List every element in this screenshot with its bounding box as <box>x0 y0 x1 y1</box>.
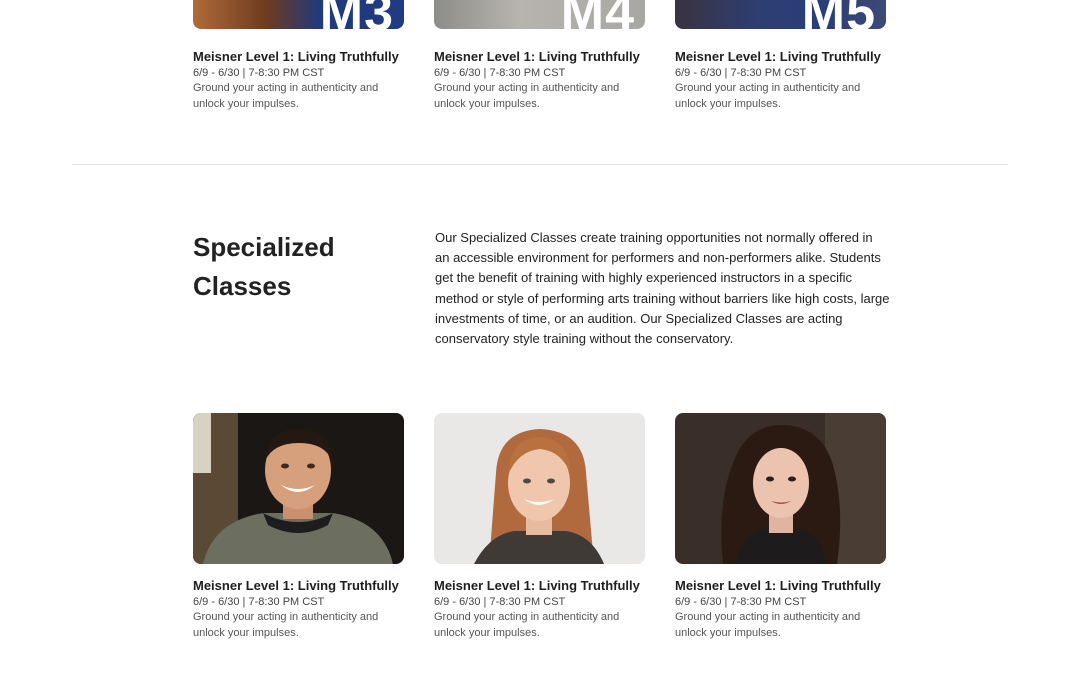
class-thumbnail[interactable]: M5 <box>675 0 886 29</box>
class-description: Ground your acting in authenticity and u… <box>434 611 620 639</box>
class-dates: 6/9 - 6/30 | 7-8:30 PM CST <box>434 67 566 79</box>
class-thumbnail[interactable]: M3 <box>193 0 404 29</box>
class-card[interactable]: Meisner Level 1: Living Truthfully 6/9 -… <box>193 413 404 641</box>
section-title: Specialized Classes <box>193 232 335 301</box>
thumbnail-label: M4 <box>560 0 635 29</box>
class-title[interactable]: Meisner Level 1: Living Truthfully <box>675 578 886 593</box>
instructor-photo-image <box>193 413 404 564</box>
class-card[interactable]: M4 Meisner Level 1: Living Truthfully 6/… <box>434 0 645 112</box>
class-description: Ground your acting in authenticity and u… <box>434 82 620 110</box>
class-title[interactable]: Meisner Level 1: Living Truthfully <box>193 49 404 64</box>
class-description: Ground your acting in authenticity and u… <box>675 82 861 110</box>
class-card-row-top: M3 Meisner Level 1: Living Truthfully 6/… <box>193 0 886 112</box>
class-title[interactable]: Meisner Level 1: Living Truthfully <box>434 49 645 64</box>
class-thumbnail[interactable]: M4 <box>434 0 645 29</box>
instructor-photo[interactable] <box>434 413 645 564</box>
class-dates: 6/9 - 6/30 | 7-8:30 PM CST <box>434 596 566 608</box>
section-divider <box>72 164 1008 165</box>
class-card[interactable]: M3 Meisner Level 1: Living Truthfully 6/… <box>193 0 404 112</box>
class-title[interactable]: Meisner Level 1: Living Truthfully <box>675 49 886 64</box>
thumbnail-label: M5 <box>801 0 876 29</box>
class-card[interactable]: Meisner Level 1: Living Truthfully 6/9 -… <box>434 413 645 641</box>
class-description: Ground your acting in authenticity and u… <box>193 611 379 639</box>
class-dates: 6/9 - 6/30 | 7-8:30 PM CST <box>675 596 807 608</box>
class-dates: 6/9 - 6/30 | 7-8:30 PM CST <box>193 596 325 608</box>
section-description: Our Specialized Classes create training … <box>435 230 890 347</box>
class-card[interactable]: M5 Meisner Level 1: Living Truthfully 6/… <box>675 0 886 112</box>
class-card[interactable]: Meisner Level 1: Living Truthfully 6/9 -… <box>675 413 886 641</box>
class-card-row-specialized: Meisner Level 1: Living Truthfully 6/9 -… <box>193 413 886 641</box>
class-dates: 6/9 - 6/30 | 7-8:30 PM CST <box>193 67 325 79</box>
page: M3 Meisner Level 1: Living Truthfully 6/… <box>0 0 1080 676</box>
class-description: Ground your acting in authenticity and u… <box>675 611 861 639</box>
instructor-photo-image <box>675 413 886 564</box>
instructor-photo[interactable] <box>193 413 404 564</box>
instructor-photo-image <box>434 413 645 564</box>
class-dates: 6/9 - 6/30 | 7-8:30 PM CST <box>675 67 807 79</box>
instructor-photo[interactable] <box>675 413 886 564</box>
class-title[interactable]: Meisner Level 1: Living Truthfully <box>193 578 404 593</box>
class-title[interactable]: Meisner Level 1: Living Truthfully <box>434 578 645 593</box>
class-description: Ground your acting in authenticity and u… <box>193 82 379 110</box>
thumbnail-label: M3 <box>319 0 394 29</box>
